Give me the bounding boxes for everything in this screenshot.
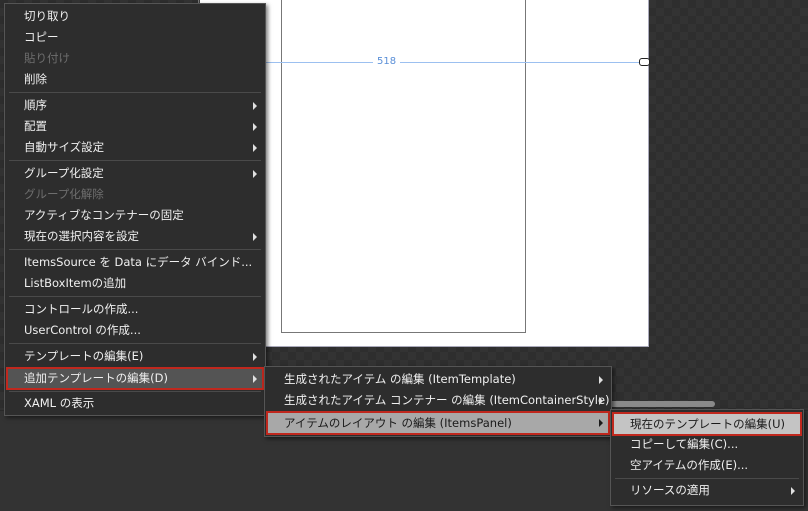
menu-item-label: 現在のテンプレートの編集(U) [630, 417, 786, 431]
submenu-arrow-icon [253, 144, 257, 152]
menu-item-make-control[interactable]: コントロールの作成... [6, 299, 264, 320]
menu-item-label: ItemsSource を Data にデータ バインド... [24, 255, 253, 269]
menu-item-label: 空アイテムの作成(E)... [630, 458, 749, 472]
menu-item-label: グループ化解除 [24, 187, 104, 201]
submenu-arrow-icon [253, 375, 257, 383]
menu-item-label: 貼り付け [24, 51, 70, 65]
menu-item-align[interactable]: 配置 [6, 116, 264, 137]
menu-item-bind-itemssource[interactable]: ItemsSource を Data にデータ バインド... [6, 252, 264, 273]
menu-item-label: 自動サイズ設定 [24, 140, 105, 154]
menu-item-label: コントロールの作成... [24, 302, 139, 316]
menu-item-label: コピーして編集(C)... [630, 437, 739, 451]
resize-handle-icon[interactable] [639, 58, 650, 66]
menu-item-label: 切り取り [24, 9, 70, 23]
menu-item-create-empty[interactable]: 空アイテムの作成(E)... [612, 455, 802, 476]
submenu-arrow-icon [599, 397, 603, 405]
menu-separator [9, 92, 261, 93]
menu-item-label: 追加テンプレートの編集(D) [24, 371, 168, 385]
submenu-arrow-icon [253, 102, 257, 110]
menu-item-pin-active-container[interactable]: アクティブなコンテナーの固定 [6, 205, 264, 226]
menu-item-ungroup: グループ化解除 [6, 184, 264, 205]
menu-item-delete[interactable]: 削除 [6, 69, 264, 90]
listbox-control[interactable] [281, 0, 526, 333]
menu-item-view-xaml[interactable]: XAML の表示 [6, 393, 264, 414]
menu-item-apply-resource[interactable]: リソースの適用 [612, 480, 802, 501]
menu-item-edit-additional-templates[interactable]: 追加テンプレートの編集(D) [6, 367, 264, 390]
menu-separator [9, 160, 261, 161]
submenu-arrow-icon [599, 376, 603, 384]
menu-item-add-listboxitem[interactable]: ListBoxItemの追加 [6, 273, 264, 294]
menu-item-label: 配置 [24, 119, 47, 133]
menu-separator [9, 391, 261, 392]
submenu-arrow-icon [253, 233, 257, 241]
menu-item-edit-itemcontainerstyle[interactable]: 生成されたアイテム コンテナー の編集 (ItemContainerStyle) [266, 390, 610, 411]
menu-item-group[interactable]: グループ化設定 [6, 163, 264, 184]
menu-separator [9, 343, 261, 344]
submenu-additional-templates: 生成されたアイテム の編集 (ItemTemplate) 生成されたアイテム コ… [264, 366, 612, 437]
menu-item-order[interactable]: 順序 [6, 95, 264, 116]
menu-item-edit-a-copy[interactable]: コピーして編集(C)... [612, 434, 802, 455]
context-menu: 切り取り コピー 貼り付け 削除 順序 配置 自動サイズ設定 グループ化設定 グ… [4, 3, 266, 416]
menu-item-label: グループ化設定 [24, 166, 104, 180]
menu-item-auto-size[interactable]: 自動サイズ設定 [6, 137, 264, 158]
menu-item-label: コピー [24, 30, 59, 44]
submenu-arrow-icon [253, 170, 257, 178]
menu-item-label: 順序 [24, 98, 47, 112]
menu-item-label: テンプレートの編集(E) [24, 349, 144, 363]
submenu-arrow-icon [253, 353, 257, 361]
menu-item-label: アイテムのレイアウト の編集 (ItemsPanel) [284, 416, 512, 430]
menu-item-edit-itemspanel[interactable]: アイテムのレイアウト の編集 (ItemsPanel) [266, 411, 610, 435]
menu-item-label: XAML の表示 [24, 396, 95, 410]
submenu-itemspanel: 現在のテンプレートの編集(U) コピーして編集(C)... 空アイテムの作成(E… [610, 409, 804, 506]
width-measure-label: 518 [373, 55, 401, 69]
menu-item-edit-itemtemplate[interactable]: 生成されたアイテム の編集 (ItemTemplate) [266, 369, 610, 390]
menu-separator [615, 478, 799, 479]
menu-separator [9, 249, 261, 250]
menu-item-label: 削除 [24, 72, 47, 86]
menu-item-paste: 貼り付け [6, 48, 264, 69]
width-measure-line [200, 62, 644, 63]
menu-item-make-usercontrol[interactable]: UserControl の作成... [6, 320, 264, 341]
menu-item-set-current-selection[interactable]: 現在の選択内容を設定 [6, 226, 264, 247]
menu-item-label: 生成されたアイテム の編集 (ItemTemplate) [284, 372, 516, 386]
menu-item-label: 生成されたアイテム コンテナー の編集 (ItemContainerStyle) [284, 393, 610, 407]
menu-separator [9, 296, 261, 297]
menu-item-copy[interactable]: コピー [6, 27, 264, 48]
menu-item-edit-template[interactable]: テンプレートの編集(E) [6, 346, 264, 367]
submenu-arrow-icon [253, 123, 257, 131]
menu-item-label: リソースの適用 [630, 483, 710, 497]
menu-item-label: UserControl の作成... [24, 323, 141, 337]
menu-item-label: 現在の選択内容を設定 [24, 229, 139, 243]
menu-item-label: ListBoxItemの追加 [24, 276, 127, 290]
menu-item-label: アクティブなコンテナーの固定 [24, 208, 184, 222]
submenu-arrow-icon [599, 419, 603, 427]
submenu-arrow-icon [791, 487, 795, 495]
menu-item-edit-current-template[interactable]: 現在のテンプレートの編集(U) [612, 412, 802, 436]
menu-item-cut[interactable]: 切り取り [6, 6, 264, 27]
design-canvas[interactable]: 518 [200, 0, 650, 347]
